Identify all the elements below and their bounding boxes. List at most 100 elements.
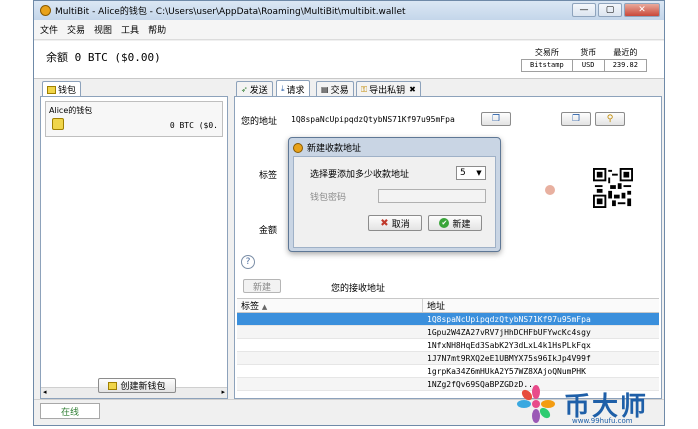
amount-field-label: 金额 [259, 226, 278, 236]
tab-send-label: 发送 [249, 86, 268, 96]
create-address-button[interactable]: ✔ 新建 [428, 215, 482, 231]
online-status: 在线 [40, 403, 100, 419]
rate-header-exchange: 交易所 [534, 48, 559, 58]
address-count-value: 5 [460, 168, 466, 178]
address-count-select[interactable]: 5 ▼ [456, 166, 486, 180]
address-cell: 1Gpu2W4ZA27vRV7jHhDCHFbUFYwcKc4sgy [427, 327, 591, 337]
address-cell: 1J7N7mt9RXQ2eE1UBMYX75s96IkJp4V99f [427, 353, 591, 363]
multibit-app-icon [40, 5, 51, 16]
receiving-address-table: 标签 ▲ 地址 1Q8spaNcUpipqdzQtybNS71Kf97u95mF… [237, 298, 659, 398]
flower-logo-icon [517, 385, 555, 423]
address-cell: 1NfxNH8HqEd3SabK2Y3dLxL4k1HsPLkFqx [427, 340, 591, 350]
copy-address-button[interactable]: ❐ [481, 112, 511, 126]
window-title: MultiBit - Alice的钱包 - C:\Users\user\AppD… [55, 7, 406, 17]
menu-trade[interactable]: 交易 [67, 23, 85, 36]
tab-export-keys[interactable]: ⚿ 导出私钥 ✖ [356, 81, 421, 97]
close-button[interactable]: ✕ [624, 3, 660, 17]
scroll-right-icon[interactable]: ▸ [221, 388, 225, 396]
rate-exchange[interactable]: Bitstamp [520, 58, 573, 72]
wallet-tab-icon [47, 85, 56, 94]
balance-text: 余额 0 BTC ($0.00) [46, 51, 161, 64]
label-field-label: 标签 [259, 171, 278, 181]
tab-wallets-label: 钱包 [58, 86, 77, 96]
site-watermark: 币大师 www.99hufu.com [512, 384, 692, 426]
qr-code-image [593, 168, 633, 208]
window-controls: — ▢ ✕ [572, 3, 660, 17]
help-icon[interactable]: ? [241, 255, 255, 269]
request-icon: ⤓ [281, 84, 285, 93]
tab-wallets[interactable]: 钱包 [42, 81, 82, 97]
copy-qr-button[interactable]: ❐ [561, 112, 591, 126]
address-cell: 1Q8spaNcUpipqdzQtybNS71Kf97u95mFpa [427, 314, 591, 324]
table-row[interactable]: 1Gpu2W4ZA27vRV7jHhDCHFbUFYwcKc4sgy [237, 326, 659, 339]
address-count-label: 选择要添加多少收款地址 [310, 170, 410, 180]
rate-header-last: 最近的 [613, 48, 638, 58]
cancel-icon: ✖ [380, 217, 389, 229]
dialog-body: 选择要添加多少收款地址 5 ▼ 钱包密码 ✖ 取消 ✔ 新建 [293, 156, 496, 248]
zoom-qr-button[interactable]: ⚲ [595, 112, 625, 126]
exchange-rate-table: 交易所 货币 最近的 Bitstamp USD 239.82 [520, 47, 648, 72]
wallets-panel: 钱包 Alice的钱包 0 BTC ($0. ◂ ▸ 创建新钱包 [40, 81, 228, 399]
cancel-label: 取消 [391, 219, 410, 230]
your-address-label: 您的地址 [241, 117, 278, 127]
menu-file[interactable]: 文件 [40, 23, 58, 36]
scroll-left-icon[interactable]: ◂ [43, 388, 47, 396]
rate-currency[interactable]: USD [571, 58, 605, 72]
maximize-button[interactable]: ▢ [598, 3, 622, 17]
table-row[interactable]: 1NfxNH8HqEd3SabK2Y3dLxL4k1HsPLkFqx [237, 339, 659, 352]
dialog-title-bar: 新建收款地址 [293, 141, 361, 154]
tab-request[interactable]: ⤓ 请求 [276, 80, 310, 97]
menu-tools[interactable]: 工具 [121, 23, 139, 36]
cancel-button[interactable]: ✖ 取消 [368, 215, 422, 231]
new-address-dialog: 新建收款地址 选择要添加多少收款地址 5 ▼ 钱包密码 ✖ 取消 ✔ 新建 [288, 137, 501, 252]
your-address-value[interactable]: 1Q8spaNcUpipqdzQtybNS71Kf97u95mFpa [291, 115, 455, 124]
table-row[interactable]: 1Q8spaNcUpipqdzQtybNS71Kf97u95mFpa [237, 313, 659, 326]
clear-field-icon[interactable] [545, 185, 555, 195]
wallet-add-icon [108, 381, 118, 390]
create-address-label: 新建 [452, 219, 471, 230]
wallet-list: Alice的钱包 0 BTC ($0. ◂ ▸ [40, 96, 228, 399]
create-wallet-button[interactable]: 创建新钱包 [98, 378, 176, 393]
rate-last: 239.82 [603, 58, 648, 72]
table-row[interactable]: 1J7N7mt9RXQ2eE1UBMYX75s96IkJp4V99f [237, 352, 659, 365]
watermark-url: www.99hufu.com [572, 417, 633, 425]
tab-transactions-label: 交易 [330, 86, 349, 96]
wallet-name: Alice的钱包 [49, 106, 93, 115]
copy-icon: ❐ [491, 114, 501, 124]
wallet-password-input[interactable] [378, 189, 486, 203]
wallet-balance: 0 BTC ($0. [169, 121, 218, 130]
key-icon: ⚿ [361, 84, 368, 94]
tab-request-label: 请求 [286, 85, 305, 96]
wallet-icon [52, 118, 64, 130]
tab-transactions[interactable]: ▤ 交易 [316, 81, 354, 97]
wallet-password-label: 钱包密码 [310, 193, 347, 203]
create-wallet-label: 创建新钱包 [120, 382, 166, 392]
sort-asc-icon: ▲ [261, 303, 268, 311]
dialog-title: 新建收款地址 [307, 144, 362, 154]
table-header: 标签 ▲ 地址 [237, 299, 659, 313]
chevron-down-icon: ▼ [476, 169, 482, 177]
multibit-dialog-icon [293, 142, 303, 153]
new-address-button[interactable]: 新建 [243, 279, 281, 293]
column-label-text: 标签 [241, 302, 260, 312]
confirm-icon: ✔ [439, 218, 450, 228]
tab-export-keys-label: 导出私钥 [369, 86, 406, 96]
send-icon: ➶ [241, 85, 248, 94]
zoom-icon: ⚲ [606, 114, 614, 124]
menu-view[interactable]: 视图 [94, 23, 112, 36]
tab-send[interactable]: ➶ 发送 [236, 81, 273, 97]
close-tab-icon[interactable]: ✖ [409, 85, 416, 94]
minimize-button[interactable]: — [572, 3, 596, 17]
menu-bar: 文件 交易 视图 工具 帮助 [34, 20, 664, 40]
copy-qr-icon: ❐ [571, 114, 581, 124]
title-bar: MultiBit - Alice的钱包 - C:\Users\user\AppD… [34, 1, 664, 20]
table-row[interactable]: 1grpKa34Z6mHUkA2Y57WZ8XAjoQNumPHK [237, 365, 659, 378]
balance-header: 余额 0 BTC ($0.00) 交易所 货币 最近的 Bitstamp USD… [34, 41, 664, 79]
wallet-item[interactable]: Alice的钱包 0 BTC ($0. [45, 101, 223, 137]
address-cell: 1grpKa34Z6mHUkA2Y57WZ8XAjoQNumPHK [427, 366, 586, 376]
column-header-label[interactable]: 标签 ▲ [237, 299, 423, 312]
menu-help[interactable]: 帮助 [148, 23, 166, 36]
receiving-addresses-title: 您的接收地址 [331, 284, 386, 294]
column-header-address[interactable]: 地址 [423, 299, 445, 312]
transactions-icon: ▤ [321, 85, 329, 94]
